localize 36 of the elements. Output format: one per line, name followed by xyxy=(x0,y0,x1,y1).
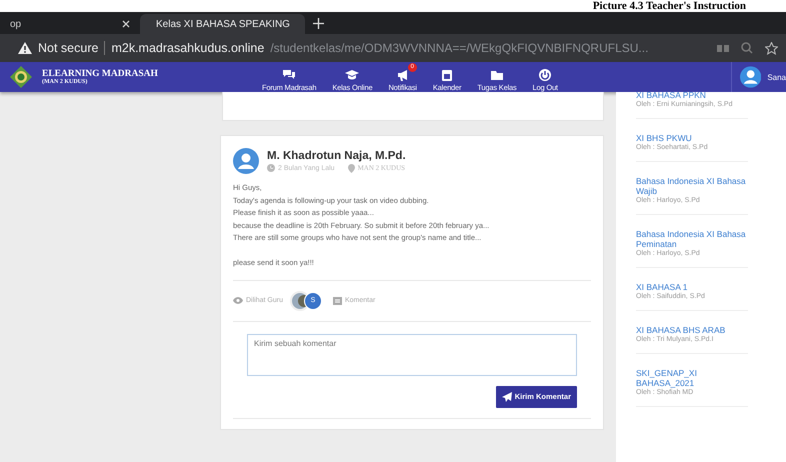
megaphone-icon xyxy=(396,68,410,82)
calendar-icon xyxy=(440,68,454,82)
user-avatar-icon xyxy=(740,66,762,88)
class-link[interactable]: SKI_GENAP_XI BAHASA_2021 xyxy=(636,368,748,388)
location-pin-icon xyxy=(348,164,355,172)
brand-name: ELEARNING MADRASAH xyxy=(42,69,158,79)
new-tab-icon xyxy=(313,18,324,29)
madrasah-logo-icon xyxy=(10,66,32,88)
power-icon xyxy=(538,68,552,82)
class-link[interactable]: XI BHS PKWU xyxy=(636,133,748,143)
avatar-icon xyxy=(233,148,259,174)
url-host: m2k.madrasahkudus.online xyxy=(111,41,264,55)
close-icon xyxy=(122,20,130,28)
class-link[interactable]: XI BAHASA PPKN xyxy=(636,92,748,100)
graduation-cap-icon xyxy=(345,68,360,82)
comment-field[interactable]: Kirim sebuah komentar xyxy=(247,334,577,376)
browser-tab[interactable]: Kelas XI BAHASA SPEAKING xyxy=(140,14,305,34)
url-path: /studentkelas/me/ODM3WVNNNA==/WEkgQkFIQVNBIFNQRUFLSU... xyxy=(270,41,648,55)
star-icon xyxy=(765,42,778,54)
user-name[interactable]: Sana xyxy=(767,72,786,82)
eye-icon xyxy=(233,297,243,304)
figure-caption: Picture 4.3 Teacher's Instruction xyxy=(592,0,746,12)
class-link[interactable]: XI BAHASA 1 xyxy=(636,282,748,292)
author-name: M. Khadrotun Naja, M.Pd. xyxy=(267,150,406,162)
class-link[interactable]: Bahasa Indonesia XI Bahasa Wajib xyxy=(636,176,748,196)
reader-icon xyxy=(717,43,729,53)
comment-icon xyxy=(332,296,342,304)
class-link[interactable]: XI BAHASA BHS ARAB xyxy=(636,325,748,335)
clock-icon xyxy=(267,164,275,172)
chat-icon xyxy=(282,68,296,82)
paper-plane-icon xyxy=(502,392,512,402)
class-link[interactable]: Bahasa Indonesia XI Bahasa Peminatan xyxy=(636,229,748,249)
security-label: Not secure xyxy=(38,41,98,55)
zoom-icon xyxy=(741,42,753,54)
browser-tab[interactable]: op xyxy=(0,14,140,34)
warning-icon xyxy=(18,42,32,54)
